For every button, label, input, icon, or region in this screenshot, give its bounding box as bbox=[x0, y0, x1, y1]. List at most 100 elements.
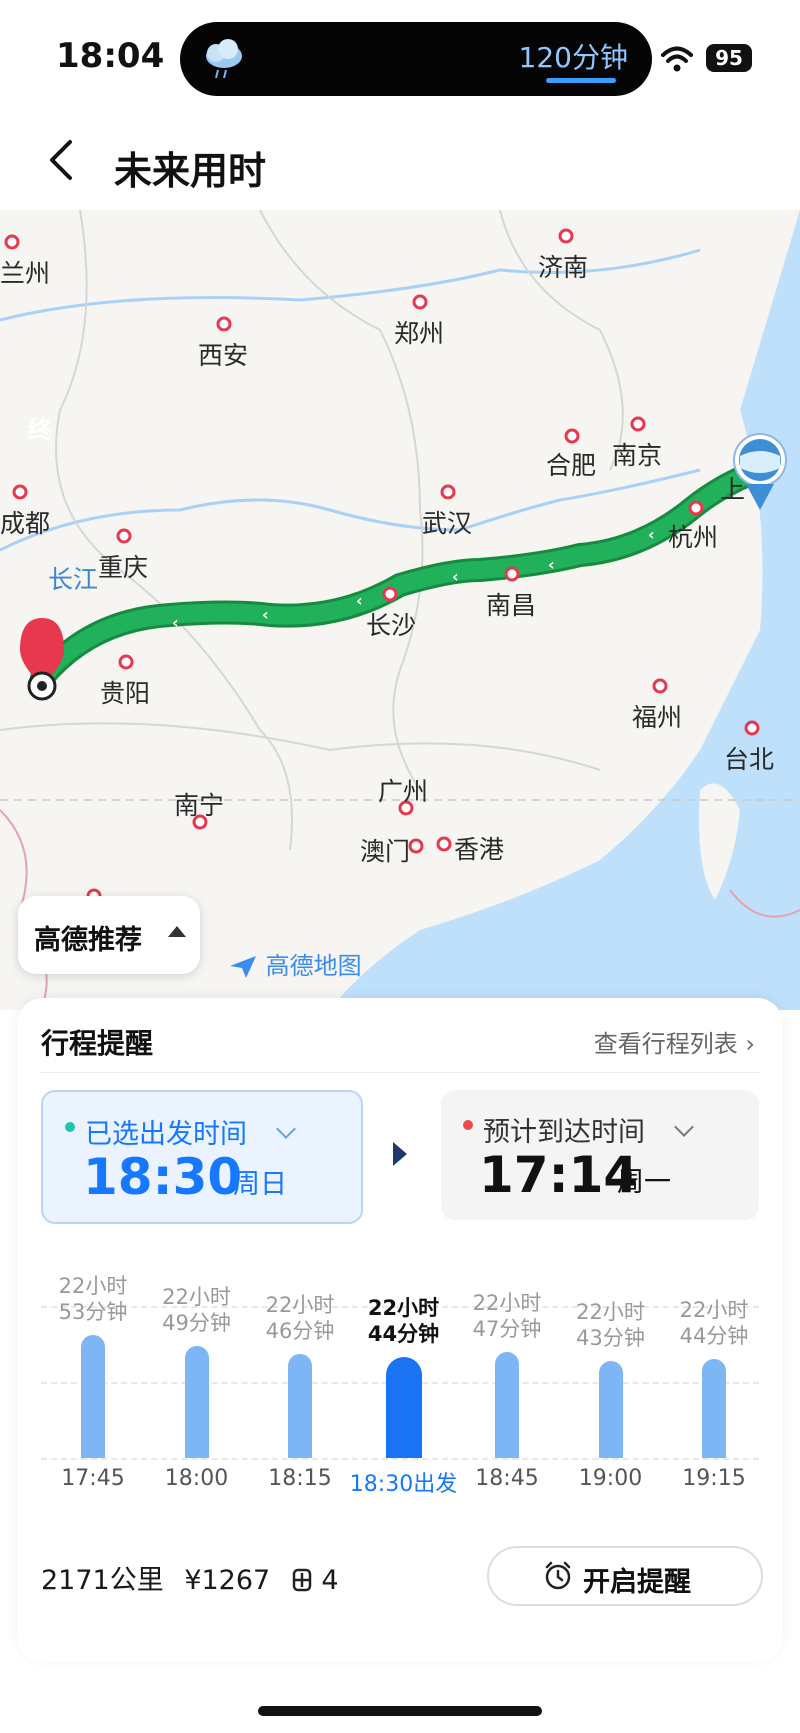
departure-time-tick[interactable]: 17:45 bbox=[33, 1466, 153, 1491]
divider bbox=[41, 1072, 759, 1073]
status-bar: 18:04 120分钟 95 bbox=[0, 0, 800, 110]
city-label: 澳门 bbox=[360, 837, 411, 866]
duration-hours: 22小时 bbox=[576, 1300, 645, 1324]
duration-label: 22小时 49分钟 bbox=[147, 1284, 247, 1336]
nav-eta-text: 120分钟 bbox=[518, 41, 628, 74]
duration-label: 22小时 46分钟 bbox=[250, 1292, 350, 1344]
departure-time-selector[interactable]: 已选出发时间 18:30 周日 bbox=[41, 1090, 363, 1224]
duration-hours: 22小时 bbox=[367, 1296, 440, 1320]
caret-up-icon bbox=[168, 926, 186, 937]
departure-time-tick[interactable]: 18:45 bbox=[447, 1466, 567, 1491]
duration-bar[interactable] bbox=[702, 1359, 726, 1458]
svg-text:‹: ‹ bbox=[548, 555, 555, 574]
city-label: 西安 bbox=[198, 341, 249, 370]
city-label: 长沙 bbox=[366, 611, 417, 640]
duration-hours: 22小时 bbox=[472, 1291, 542, 1315]
toll-count: 4 bbox=[321, 1565, 339, 1596]
trip-summary: 2171公里 ¥1267 4 bbox=[41, 1558, 339, 1597]
city-label: 郑州 bbox=[394, 319, 445, 348]
departure-time-tick[interactable]: 18:15 bbox=[240, 1466, 360, 1491]
duration-bar[interactable] bbox=[385, 1357, 422, 1458]
duration-chart: 22小时 53分钟 17:45 22小时 49分钟 18:00 22小时 46分钟 18:15 2… bbox=[17, 1238, 783, 1508]
departure-time-tick[interactable]: 19:00 bbox=[551, 1466, 671, 1491]
city-label: 福州 bbox=[632, 703, 683, 732]
duration-bar[interactable] bbox=[495, 1352, 519, 1458]
logo-text: 高德地图 bbox=[265, 952, 362, 980]
duration-minutes: 49分钟 bbox=[162, 1311, 231, 1335]
duration-minutes: 53分钟 bbox=[58, 1300, 128, 1324]
departure-time-tick[interactable]: 19:15 bbox=[654, 1466, 774, 1491]
duration-minutes: 43分钟 bbox=[576, 1326, 645, 1350]
duration-hours: 22小时 bbox=[679, 1298, 749, 1322]
duration-label: 22小时 44分钟 bbox=[664, 1297, 764, 1349]
duration-minutes: 44分钟 bbox=[679, 1324, 749, 1348]
arrival-time-selector[interactable]: 预计到达时间 17:14 周一 bbox=[441, 1090, 759, 1220]
arrival-weekday: 周一 bbox=[617, 1167, 671, 1198]
svg-text:‹: ‹ bbox=[172, 613, 179, 632]
duration-hours: 22小时 bbox=[265, 1293, 335, 1317]
duration-hours: 22小时 bbox=[58, 1274, 128, 1298]
grid-line bbox=[41, 1458, 759, 1460]
departure-time: 18:30 bbox=[83, 1148, 243, 1206]
city-label: 上 bbox=[720, 475, 746, 504]
svg-text:‹: ‹ bbox=[648, 525, 655, 544]
city-label: 成都 bbox=[0, 509, 51, 538]
city-label: 南昌 bbox=[486, 591, 537, 620]
distance-text: 2171公里 bbox=[41, 1565, 164, 1596]
amap-logo-icon bbox=[230, 956, 256, 978]
route-recommend-selector[interactable]: 高德推荐 bbox=[18, 896, 200, 974]
cost-text: ¥1267 bbox=[184, 1565, 271, 1596]
departure-time-tick[interactable]: 18:00 bbox=[137, 1466, 257, 1491]
view-trip-list-link[interactable]: 查看行程列表 › bbox=[594, 1024, 755, 1059]
wifi-icon bbox=[661, 46, 693, 72]
city-label: 杭州 bbox=[668, 523, 719, 552]
arrival-label: 预计到达时间 bbox=[483, 1117, 645, 1148]
toll-station-icon bbox=[292, 1568, 312, 1592]
duration-minutes: 47分钟 bbox=[472, 1317, 542, 1341]
duration-bar[interactable] bbox=[598, 1361, 623, 1458]
city-label: 香港 bbox=[454, 835, 505, 864]
city-label: 广州 bbox=[378, 777, 429, 806]
home-indicator[interactable] bbox=[258, 1706, 542, 1716]
city-label: 武汉 bbox=[422, 509, 473, 538]
alarm-clock-icon bbox=[545, 1561, 571, 1590]
duration-bar[interactable] bbox=[81, 1335, 105, 1458]
destination-pin-icon bbox=[20, 618, 64, 701]
status-time: 18:04 bbox=[56, 36, 165, 76]
trip-reminder-card: 行程提醒 查看行程列表 › 已选出发时间 18:30 周日 预计到达时间 17:… bbox=[17, 998, 783, 1662]
duration-label: 22小时 43分钟 bbox=[561, 1299, 661, 1351]
back-icon[interactable] bbox=[42, 138, 82, 182]
enable-reminder-label: 开启提醒 bbox=[583, 1567, 691, 1598]
arrival-time: 17:14 bbox=[479, 1146, 639, 1204]
status-dot bbox=[463, 1120, 473, 1130]
duration-bar[interactable] bbox=[288, 1354, 312, 1458]
city-label: 兰州 bbox=[0, 259, 51, 288]
chevron-down-icon bbox=[276, 1119, 296, 1139]
chevron-down-icon bbox=[674, 1117, 694, 1137]
city-label: 贵阳 bbox=[100, 679, 151, 708]
page-title: 未来用时 bbox=[114, 149, 267, 193]
city-label: 济南 bbox=[538, 253, 589, 282]
city-label: 合肥 bbox=[546, 451, 597, 480]
duration-hours: 22小时 bbox=[162, 1285, 231, 1309]
duration-bar[interactable] bbox=[184, 1346, 209, 1458]
page-header: 未来用时 bbox=[0, 110, 800, 210]
amap-logo: 高德地图 bbox=[228, 946, 362, 981]
enable-reminder-button[interactable]: 开启提醒 bbox=[487, 1546, 763, 1606]
departure-label: 已选出发时间 bbox=[85, 1119, 247, 1150]
nav-progress-bar bbox=[546, 78, 616, 83]
duration-label: 22小时 47分钟 bbox=[457, 1290, 557, 1342]
card-title: 行程提醒 bbox=[41, 1027, 154, 1060]
departure-time-tick[interactable]: 18:30出发 bbox=[344, 1466, 464, 1498]
svg-text:‹: ‹ bbox=[452, 567, 459, 586]
recommend-label: 高德推荐 bbox=[34, 925, 142, 956]
dynamic-island[interactable]: 120分钟 bbox=[180, 22, 652, 96]
cloud-rain-icon bbox=[206, 39, 242, 79]
city-label: 南京 bbox=[612, 441, 663, 470]
duration-minutes: 46分钟 bbox=[265, 1319, 335, 1343]
departure-weekday: 周日 bbox=[233, 1169, 287, 1200]
duration-minutes: 44分钟 bbox=[367, 1322, 440, 1346]
svg-text:‹: ‹ bbox=[262, 605, 269, 624]
route-map[interactable]: ‹ ‹ ‹ ‹ ‹ ‹ 终 济南 兰州 西安 郑州 合肥 南京 成都 武汉 杭州… bbox=[0, 210, 800, 1010]
river-label: 长江 bbox=[48, 565, 99, 594]
